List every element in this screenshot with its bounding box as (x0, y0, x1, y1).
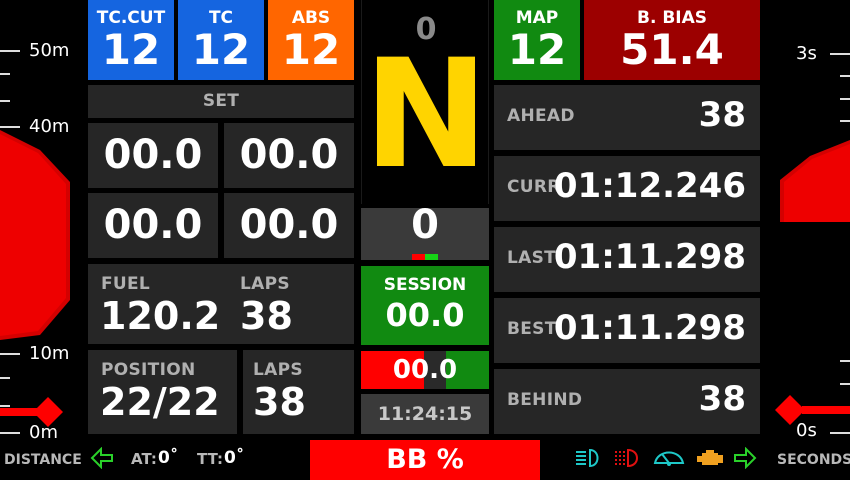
ahead-value: 38 (698, 95, 746, 135)
position-laps-label: LAPS (253, 360, 303, 380)
curr-label: CURR (507, 177, 561, 197)
scale-label-3s: 3s (796, 43, 817, 64)
set-value: 00.0 (103, 132, 203, 178)
speed-panel: 0 (361, 202, 489, 260)
set-header: SET (88, 85, 354, 118)
clock-panel: 11:24:15 (361, 394, 489, 434)
behind-value: 38 (698, 379, 746, 419)
scale-label-40m: 40m (29, 116, 70, 137)
at-value: 0˚ (158, 448, 179, 468)
at-label: AT: (131, 450, 157, 468)
fuel-panel: FUEL 120.2 LAPS 38 (88, 264, 354, 344)
shift-light-red (412, 254, 425, 260)
right-seconds-scale: 3s 0s (770, 0, 850, 480)
map-value: 12 (507, 25, 567, 74)
tc-cut-tile: TC.CUT 12 (88, 0, 174, 80)
timing-row-ahead: AHEAD 38 (494, 85, 760, 150)
best-label: BEST (507, 319, 557, 339)
position-value: 22/22 (100, 380, 220, 424)
left-arrow-icon (90, 446, 114, 473)
set-header-label: SET (202, 91, 240, 111)
tt-value: 0˚ (224, 448, 245, 468)
position-laps-value: 38 (253, 380, 306, 424)
best-value: 01:11.298 (553, 308, 746, 348)
delta-bar: 00.0 (361, 351, 489, 389)
rear-light-icon (614, 447, 644, 473)
set-value: 00.0 (103, 202, 203, 248)
gear-indicator: N (363, 28, 489, 202)
set-cell: 00.0 (88, 123, 218, 188)
fuel-label: FUEL (101, 274, 151, 294)
ahead-label: AHEAD (507, 106, 575, 126)
abs-tile: ABS 12 (268, 0, 354, 80)
session-panel: SESSION 00.0 (361, 266, 489, 345)
session-value: 00.0 (385, 296, 465, 334)
engine-icon (695, 447, 725, 473)
session-label: SESSION (383, 275, 467, 295)
scale-label-10m: 10m (29, 343, 70, 364)
last-value: 01:11.298 (553, 237, 746, 277)
delta-value: 00.0 (392, 355, 458, 385)
scale-label-0s: 0s (796, 420, 817, 441)
set-value: 00.0 (239, 132, 339, 178)
fuel-laps-value: 38 (240, 294, 293, 338)
timing-row-last: LAST 01:11.298 (494, 227, 760, 292)
timing-row-behind: BEHIND 38 (494, 369, 760, 434)
brake-bias-tile: B. BIAS 51.4 (584, 0, 760, 80)
brake-bias-percent-banner: BB % (310, 440, 540, 480)
tc-cut-value: 12 (101, 25, 161, 74)
tt-label: TT: (197, 450, 223, 468)
scale-label-0m: 0m (29, 422, 58, 443)
headlight-icon (574, 447, 604, 473)
set-cell: 00.0 (224, 193, 354, 258)
left-red-gauge-shape (0, 130, 70, 427)
map-tile: MAP 12 (494, 0, 580, 80)
timing-row-curr: CURR 01:12.246 (494, 156, 760, 221)
set-cell: 00.0 (224, 123, 354, 188)
distance-caption: DISTANCE (4, 452, 82, 468)
brake-bias-value: 51.4 (620, 25, 724, 74)
set-value: 00.0 (239, 202, 339, 248)
position-label: POSITION (101, 360, 196, 380)
gear-panel: 0 N (361, 0, 489, 204)
fuel-laps-label: LAPS (240, 274, 290, 294)
position-laps-panel: LAPS 38 (243, 350, 354, 434)
last-label: LAST (507, 248, 557, 268)
right-red-gauge-shape (775, 140, 850, 425)
abs-value: 12 (281, 25, 341, 74)
fuel-value: 120.2 (100, 294, 221, 338)
seconds-caption: SECONDS (777, 452, 850, 468)
right-arrow-icon (733, 446, 757, 473)
shift-light-green (425, 254, 438, 260)
curr-value: 01:12.246 (553, 166, 746, 206)
scale-label-50m: 50m (29, 40, 70, 61)
wiper-icon (652, 447, 686, 473)
speed-value: 0 (411, 202, 439, 248)
timing-row-best: BEST 01:11.298 (494, 298, 760, 363)
tc-tile: TC 12 (178, 0, 264, 80)
left-distance-scale: 50m 40m 10m 0m (0, 0, 80, 480)
position-panel: POSITION 22/22 (88, 350, 237, 434)
tc-value: 12 (191, 25, 251, 74)
bb-percent-label: BB % (386, 444, 464, 475)
clock-value: 11:24:15 (377, 403, 473, 425)
set-cell: 00.0 (88, 193, 218, 258)
behind-label: BEHIND (507, 390, 583, 410)
